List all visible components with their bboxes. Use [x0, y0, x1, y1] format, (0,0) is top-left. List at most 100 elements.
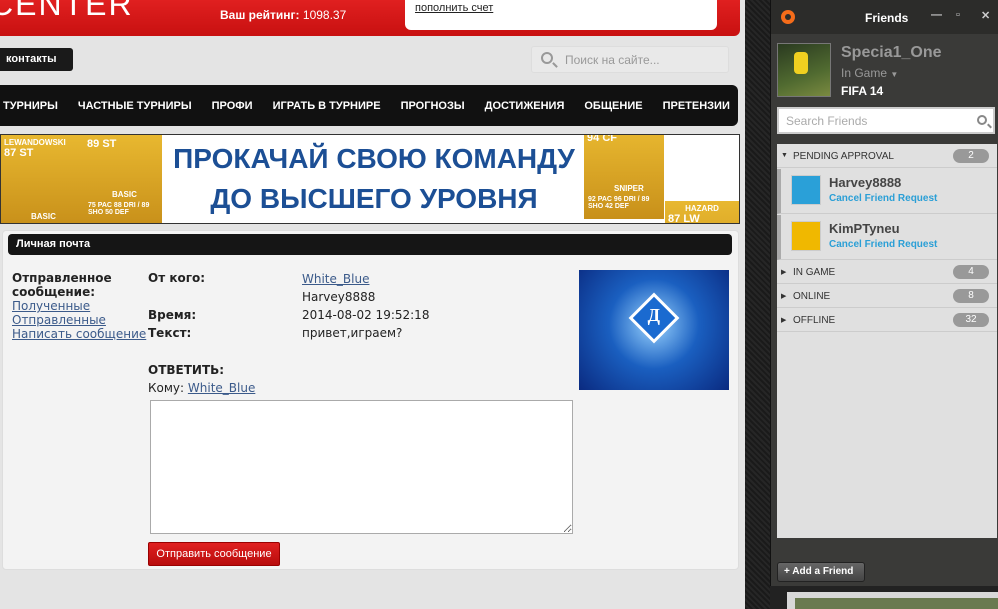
- mail-panel-title: Личная почта: [8, 234, 732, 255]
- reply-label: ОТВЕТИТЬ:: [148, 363, 225, 377]
- recipient: Harvey8888: [302, 290, 376, 304]
- chevron-down-icon: ▼: [890, 70, 899, 79]
- site-logo[interactable]: CENTER: [0, 0, 134, 23]
- card-pos: LW: [683, 213, 700, 224]
- search-icon: [541, 52, 553, 64]
- card-rating: 89: [87, 138, 100, 150]
- default-avatar: [791, 175, 821, 205]
- site-search-input[interactable]: Поиск на сайте...: [531, 46, 729, 73]
- group-count: 32: [953, 313, 989, 327]
- time-value: 2014-08-02 19:52:18: [302, 308, 430, 322]
- friend-name: KimPTyneu: [829, 221, 900, 236]
- banner-line-1: ПРОКАЧАЙ СВОЮ КОМАНДУ: [173, 143, 575, 174]
- user-avatar[interactable]: [777, 43, 831, 97]
- search-placeholder: Search Friends: [786, 114, 868, 128]
- text-label: Текст:: [148, 326, 192, 340]
- compose-link[interactable]: Написать сообщение: [12, 327, 146, 341]
- caret-right-icon: ▶: [781, 317, 787, 324]
- card-name: LEWANDOWSKI: [4, 138, 66, 147]
- group-offline[interactable]: ▶ OFFLINE 32: [777, 308, 997, 332]
- inbox-link[interactable]: Полученные: [12, 299, 90, 313]
- title-bar[interactable]: Friends — ▫ ✕: [771, 0, 998, 34]
- reply-textarea[interactable]: [150, 400, 573, 534]
- close-icon[interactable]: ✕: [981, 9, 990, 22]
- search-placeholder: Поиск на сайте...: [565, 53, 660, 67]
- current-game: FIFA 14: [841, 84, 884, 98]
- group-online[interactable]: ▶ ONLINE 8: [777, 284, 997, 308]
- friend-name: Harvey8888: [829, 175, 902, 190]
- group-label: PENDING APPROVAL: [793, 151, 894, 162]
- search-friends-input[interactable]: Search Friends: [777, 107, 995, 134]
- friend-request-item: Harvey8888 Cancel Friend Request: [777, 169, 997, 214]
- caret-right-icon: ▶: [781, 269, 787, 276]
- main-nav: ТУРНИРЫ ЧАСТНЫЕ ТУРНИРЫ ПРОФИ ИГРАТЬ В Т…: [0, 85, 738, 126]
- card-rating: 87: [4, 147, 17, 159]
- card-pos: ST: [19, 147, 34, 159]
- friend-request-item: KimPTyneu Cancel Friend Request: [777, 215, 997, 260]
- search-icon: [977, 115, 987, 125]
- from-link[interactable]: White_Blue: [302, 272, 369, 286]
- card-name: HAZARD: [685, 204, 719, 213]
- minimize-icon[interactable]: —: [931, 9, 942, 21]
- nav-pro[interactable]: ПРОФИ: [212, 100, 253, 112]
- group-count: 8: [953, 289, 989, 303]
- dynamo-emblem: Д: [628, 292, 680, 344]
- group-count: 4: [953, 265, 989, 279]
- cancel-friend-request-link[interactable]: Cancel Friend Request: [829, 239, 937, 250]
- card-type: BASIC: [31, 212, 56, 221]
- rating-label: Ваш рейтинг:: [220, 8, 300, 22]
- sent-link[interactable]: Отправленные: [12, 313, 106, 327]
- friends-list: ▼ PENDING APPROVAL 2 Harvey8888 Cancel Frie…: [777, 144, 997, 538]
- reply-to-link[interactable]: White_Blue: [188, 381, 255, 395]
- promo-banner[interactable]: LEWANDOWSKI 87 ST BASIC 89 ST BASIC 75 PAC 8…: [0, 134, 740, 224]
- status-dropdown[interactable]: In Game ▼: [841, 66, 898, 80]
- card-type: BASIC: [112, 190, 137, 199]
- origin-friends-window: Friends — ▫ ✕ Specia1_One In Game ▼ FIFA…: [770, 0, 998, 586]
- group-in-game[interactable]: ▶ IN GAME 4: [777, 260, 997, 284]
- add-friend-button[interactable]: + Add a Friend: [777, 562, 865, 582]
- card-rating: 87: [668, 213, 681, 224]
- site-header: CENTER Ваш рейтинг: 1098.37 пополнить сч…: [0, 0, 740, 36]
- time-label: Время:: [148, 308, 197, 322]
- cancel-friend-request-link[interactable]: Cancel Friend Request: [829, 193, 937, 204]
- group-pending-approval[interactable]: ▼ PENDING APPROVAL 2: [777, 144, 997, 168]
- nav-tournaments[interactable]: ТУРНИРЫ: [3, 100, 58, 112]
- nav-achievements[interactable]: ДОСТИЖЕНИЯ: [485, 100, 565, 112]
- username: Specia1_One: [841, 44, 942, 61]
- banner-text: ПРОКАЧАЙ СВОЮ КОМАНДУ ДО ВЫСШЕГО УРОВНЯ: [164, 139, 584, 219]
- group-label: OFFLINE: [793, 315, 836, 326]
- rating-value: 1098.37: [302, 8, 347, 22]
- send-message-button[interactable]: Отправить сообщение: [148, 542, 280, 566]
- to-label: Кому:: [148, 381, 185, 395]
- nav-claims[interactable]: ПРЕТЕНЗИИ: [663, 100, 730, 112]
- club-logo-image: Д: [579, 270, 729, 390]
- player-card: LEWANDOWSKI 87 ST BASIC: [1, 135, 84, 223]
- reply-to: Кому: White_Blue: [148, 381, 255, 395]
- card-rating: 94: [587, 134, 600, 144]
- maximize-icon[interactable]: ▫: [956, 9, 960, 21]
- card-pos: ST: [102, 138, 117, 150]
- nav-play[interactable]: ИГРАТЬ В ТУРНИРЕ: [273, 100, 381, 112]
- group-count: 2: [953, 149, 989, 163]
- nav-predictions[interactable]: ПРОГНОЗЫ: [401, 100, 465, 112]
- card-stats: 75 PAC 88 DRI / 89 SHO 50 DEF: [88, 202, 150, 216]
- friend-avatar: [791, 221, 821, 251]
- status-value: In Game: [841, 66, 888, 80]
- player-card: HAZARD 87 LW: [665, 201, 739, 224]
- current-folder: Отправленное сообщение:: [12, 271, 112, 299]
- card-stats: 92 PAC 96 DRI / 89 SHO 42 DEF: [588, 196, 650, 210]
- banner-line-2: ДО ВЫСШЕГО УРОВНЯ: [210, 183, 538, 214]
- top-up-link[interactable]: пополнить счет: [415, 2, 493, 15]
- card-type: SNIPER: [614, 184, 644, 193]
- plus-icon: +: [784, 566, 790, 577]
- contacts-button[interactable]: контакты: [0, 48, 73, 71]
- window-title: Friends: [865, 11, 909, 25]
- caret-right-icon: ▶: [781, 293, 787, 300]
- card-pos: CF: [602, 134, 617, 144]
- rating: Ваш рейтинг: 1098.37: [220, 8, 346, 22]
- player-card: 89 ST BASIC 75 PAC 88 DRI / 89 SHO 50 DEF: [84, 135, 162, 223]
- player-card: 94 CF SNIPER 92 PAC 96 DRI / 89 SHO 42 DEF: [584, 134, 664, 219]
- nav-private-tournaments[interactable]: ЧАСТНЫЕ ТУРНИРЫ: [78, 100, 192, 112]
- nav-community[interactable]: ОБЩЕНИЕ: [584, 100, 642, 112]
- caret-down-icon: ▼: [781, 152, 788, 159]
